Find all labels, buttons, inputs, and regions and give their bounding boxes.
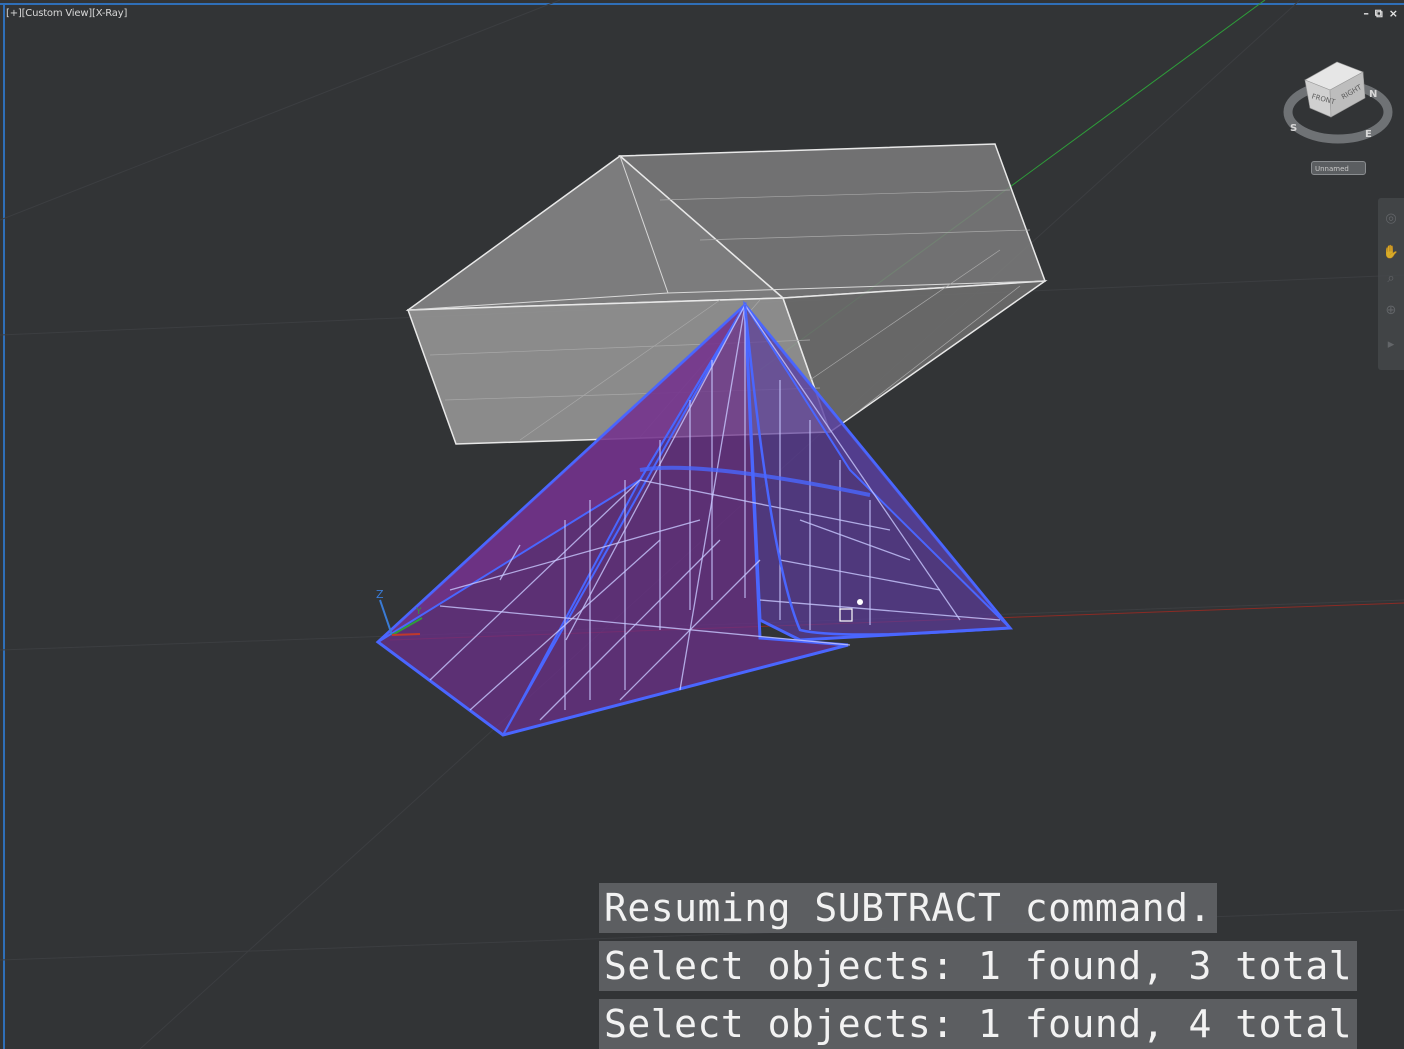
minimize-icon[interactable]: – [1363, 8, 1369, 20]
close-icon[interactable]: × [1389, 8, 1398, 20]
ucs-y-label: Y [415, 607, 422, 617]
viewcube[interactable]: FRONT RIGHT N S E [1283, 61, 1393, 144]
command-history-line: Select objects: 1 found, 4 total [599, 999, 1358, 1049]
viewport-window-controls: – ⧉ × [1363, 8, 1398, 20]
restore-icon[interactable]: ⧉ [1375, 8, 1383, 20]
viewport-controls-label[interactable]: [+][Custom View][X-Ray] [6, 8, 127, 19]
command-history-line: Resuming SUBTRACT command. [599, 883, 1217, 933]
zoom-icon[interactable]: ⌕ [1382, 270, 1400, 288]
compass-s-label: S [1290, 123, 1297, 134]
pan-icon[interactable]: ✋ [1382, 244, 1400, 262]
navigation-bar: ◎ ✋ ⌕ ⊕ ▸ [1378, 198, 1404, 370]
compass-e-label: E [1365, 129, 1372, 140]
ucs-z-label: Z [376, 588, 384, 601]
compass-n-label: N [1369, 89, 1377, 100]
viewcube-ucs-menu[interactable]: Unnamed [1311, 161, 1366, 175]
showmotion-icon[interactable]: ▸ [1382, 336, 1400, 354]
orbit-icon[interactable]: ⊕ [1382, 302, 1400, 320]
drawing-viewport[interactable]: Z Y FRONT RIGHT N S E [+][Custom View][X… [0, 0, 1404, 1049]
steering-wheel-icon[interactable]: ◎ [1382, 210, 1400, 228]
command-history-line: Select objects: 1 found, 3 total [599, 941, 1358, 991]
